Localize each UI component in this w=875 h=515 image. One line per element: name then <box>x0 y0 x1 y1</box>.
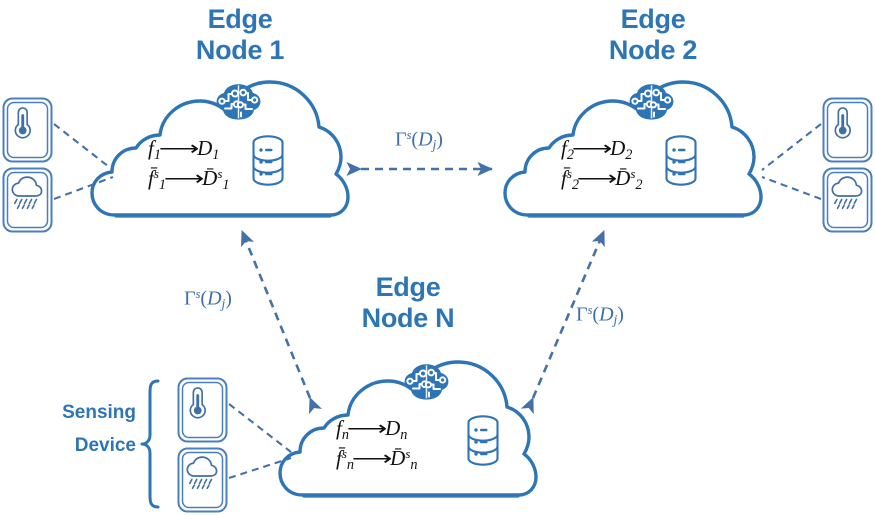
formula-node-n-line-2: f̄sn⟶D̄sn <box>336 445 418 473</box>
database-icon-node-n <box>467 415 499 466</box>
database-icon-node-1 <box>252 135 284 186</box>
diagram-canvas: Edge Node 1 Edge Node 2 Edge Node N f1⟶D… <box>0 0 875 515</box>
formula-node-n: fn⟶Dn f̄sn⟶D̄sn <box>336 415 418 473</box>
formula-node-1-line-1: f1⟶D1 <box>148 136 220 163</box>
sensor-right-rain[interactable] <box>822 167 873 233</box>
formula-node-2: f2⟶D2 f̄s2⟶D̄s2 <box>561 135 643 193</box>
database-icon-node-2 <box>665 135 697 186</box>
sensing-device-label: Sensing Device <box>62 402 136 456</box>
formula-node-2-line-1: f2⟶D2 <box>561 136 633 163</box>
sensing-device-brace <box>140 379 160 509</box>
sensor-left-thermometer[interactable] <box>2 97 53 163</box>
sensor-bottom-rain[interactable] <box>177 447 228 513</box>
sensor-left-rain[interactable] <box>2 167 53 233</box>
link-node2-noden <box>520 230 606 415</box>
formula-node-n-line-1: fn⟶Dn <box>336 416 408 443</box>
sensor-bottom-thermometer[interactable] <box>177 377 228 443</box>
link-node1-noden <box>240 230 322 415</box>
formula-node-2-line-2: f̄s2⟶D̄s2 <box>561 165 643 193</box>
formula-node-1: f1⟶D1 f̄s1⟶D̄s1 <box>148 135 230 193</box>
sensor-right-thermometer[interactable] <box>822 97 873 163</box>
formula-node-1-line-2: f̄s1⟶D̄s1 <box>148 165 230 193</box>
connector-right-sensors-node2 <box>761 123 822 200</box>
